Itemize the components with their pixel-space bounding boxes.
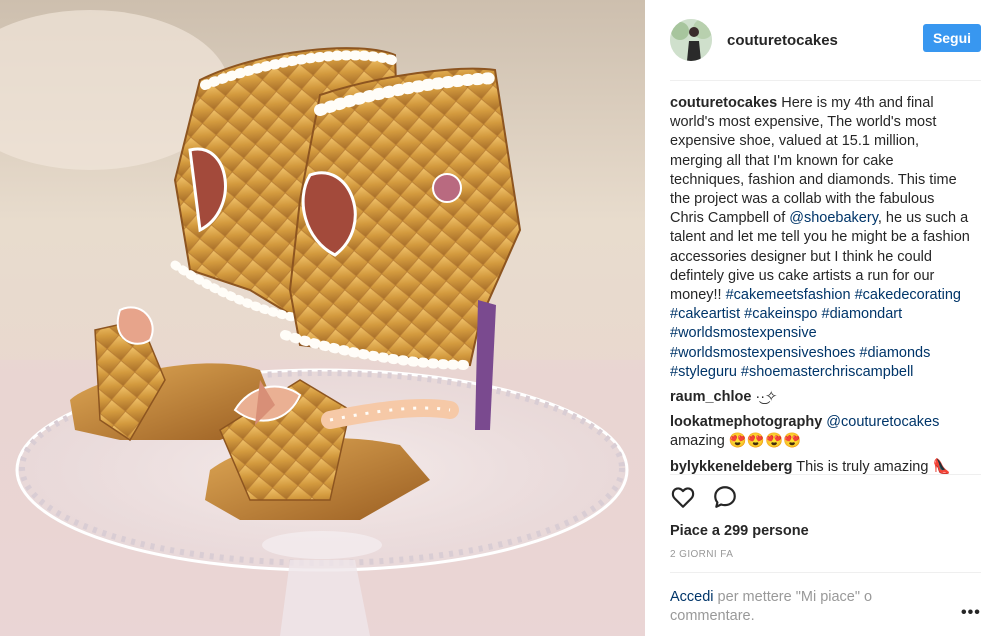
avatar-image <box>670 19 712 61</box>
caption-username[interactable]: couturetocakes <box>670 95 777 111</box>
heart-outline-icon[interactable] <box>670 484 696 510</box>
login-link[interactable]: Accedi <box>670 589 714 605</box>
footer-divider <box>670 572 981 573</box>
comment-text: amazing 😍😍😍😍 <box>670 433 802 450</box>
ellipsis-icon[interactable]: ••• <box>961 604 981 622</box>
avatar[interactable] <box>670 19 712 61</box>
high-heel-shoes-cake-image <box>0 10 645 636</box>
caption-text: Here is my 4th and final world's most ex… <box>670 95 957 227</box>
post-header: couturetocakes Segui <box>670 14 990 66</box>
likes-count[interactable]: Piace a 299 persone <box>670 523 809 539</box>
comment-item: lookatmephotography @couturetocakes amaz… <box>670 413 970 451</box>
post-author-username[interactable]: couturetocakes <box>727 32 838 49</box>
login-prompt: Accedi per mettere "Mi piace" o commenta… <box>670 588 910 626</box>
comment-username[interactable]: lookatmephotography <box>670 414 822 430</box>
follow-button[interactable]: Segui <box>923 24 981 52</box>
post-actions <box>670 484 738 510</box>
caption: couturetocakes Here is my 4th and final … <box>670 94 970 382</box>
comments-list: couturetocakes Here is my 4th and final … <box>670 94 970 483</box>
comment-username[interactable]: bylykkeneldeberg <box>670 459 793 475</box>
actions-divider <box>670 474 981 475</box>
mention-link[interactable]: @shoebakery <box>789 210 878 226</box>
header-divider <box>670 80 981 81</box>
post-details-panel: couturetocakes Segui couturetocakes Here… <box>645 0 990 636</box>
comment-text: This is truly amazing 👠 <box>792 458 951 475</box>
mention-link[interactable]: @couturetocakes <box>826 414 939 430</box>
comment-text: ·͜·✧ <box>751 389 778 406</box>
post-timestamp: 2 GIORNI FA <box>670 549 734 560</box>
comment-username[interactable]: raum_chloe <box>670 389 751 405</box>
post-image[interactable] <box>0 0 645 636</box>
comment-item: raum_chloe ·͜·✧ <box>670 388 970 407</box>
speech-bubble-icon[interactable] <box>712 484 738 510</box>
